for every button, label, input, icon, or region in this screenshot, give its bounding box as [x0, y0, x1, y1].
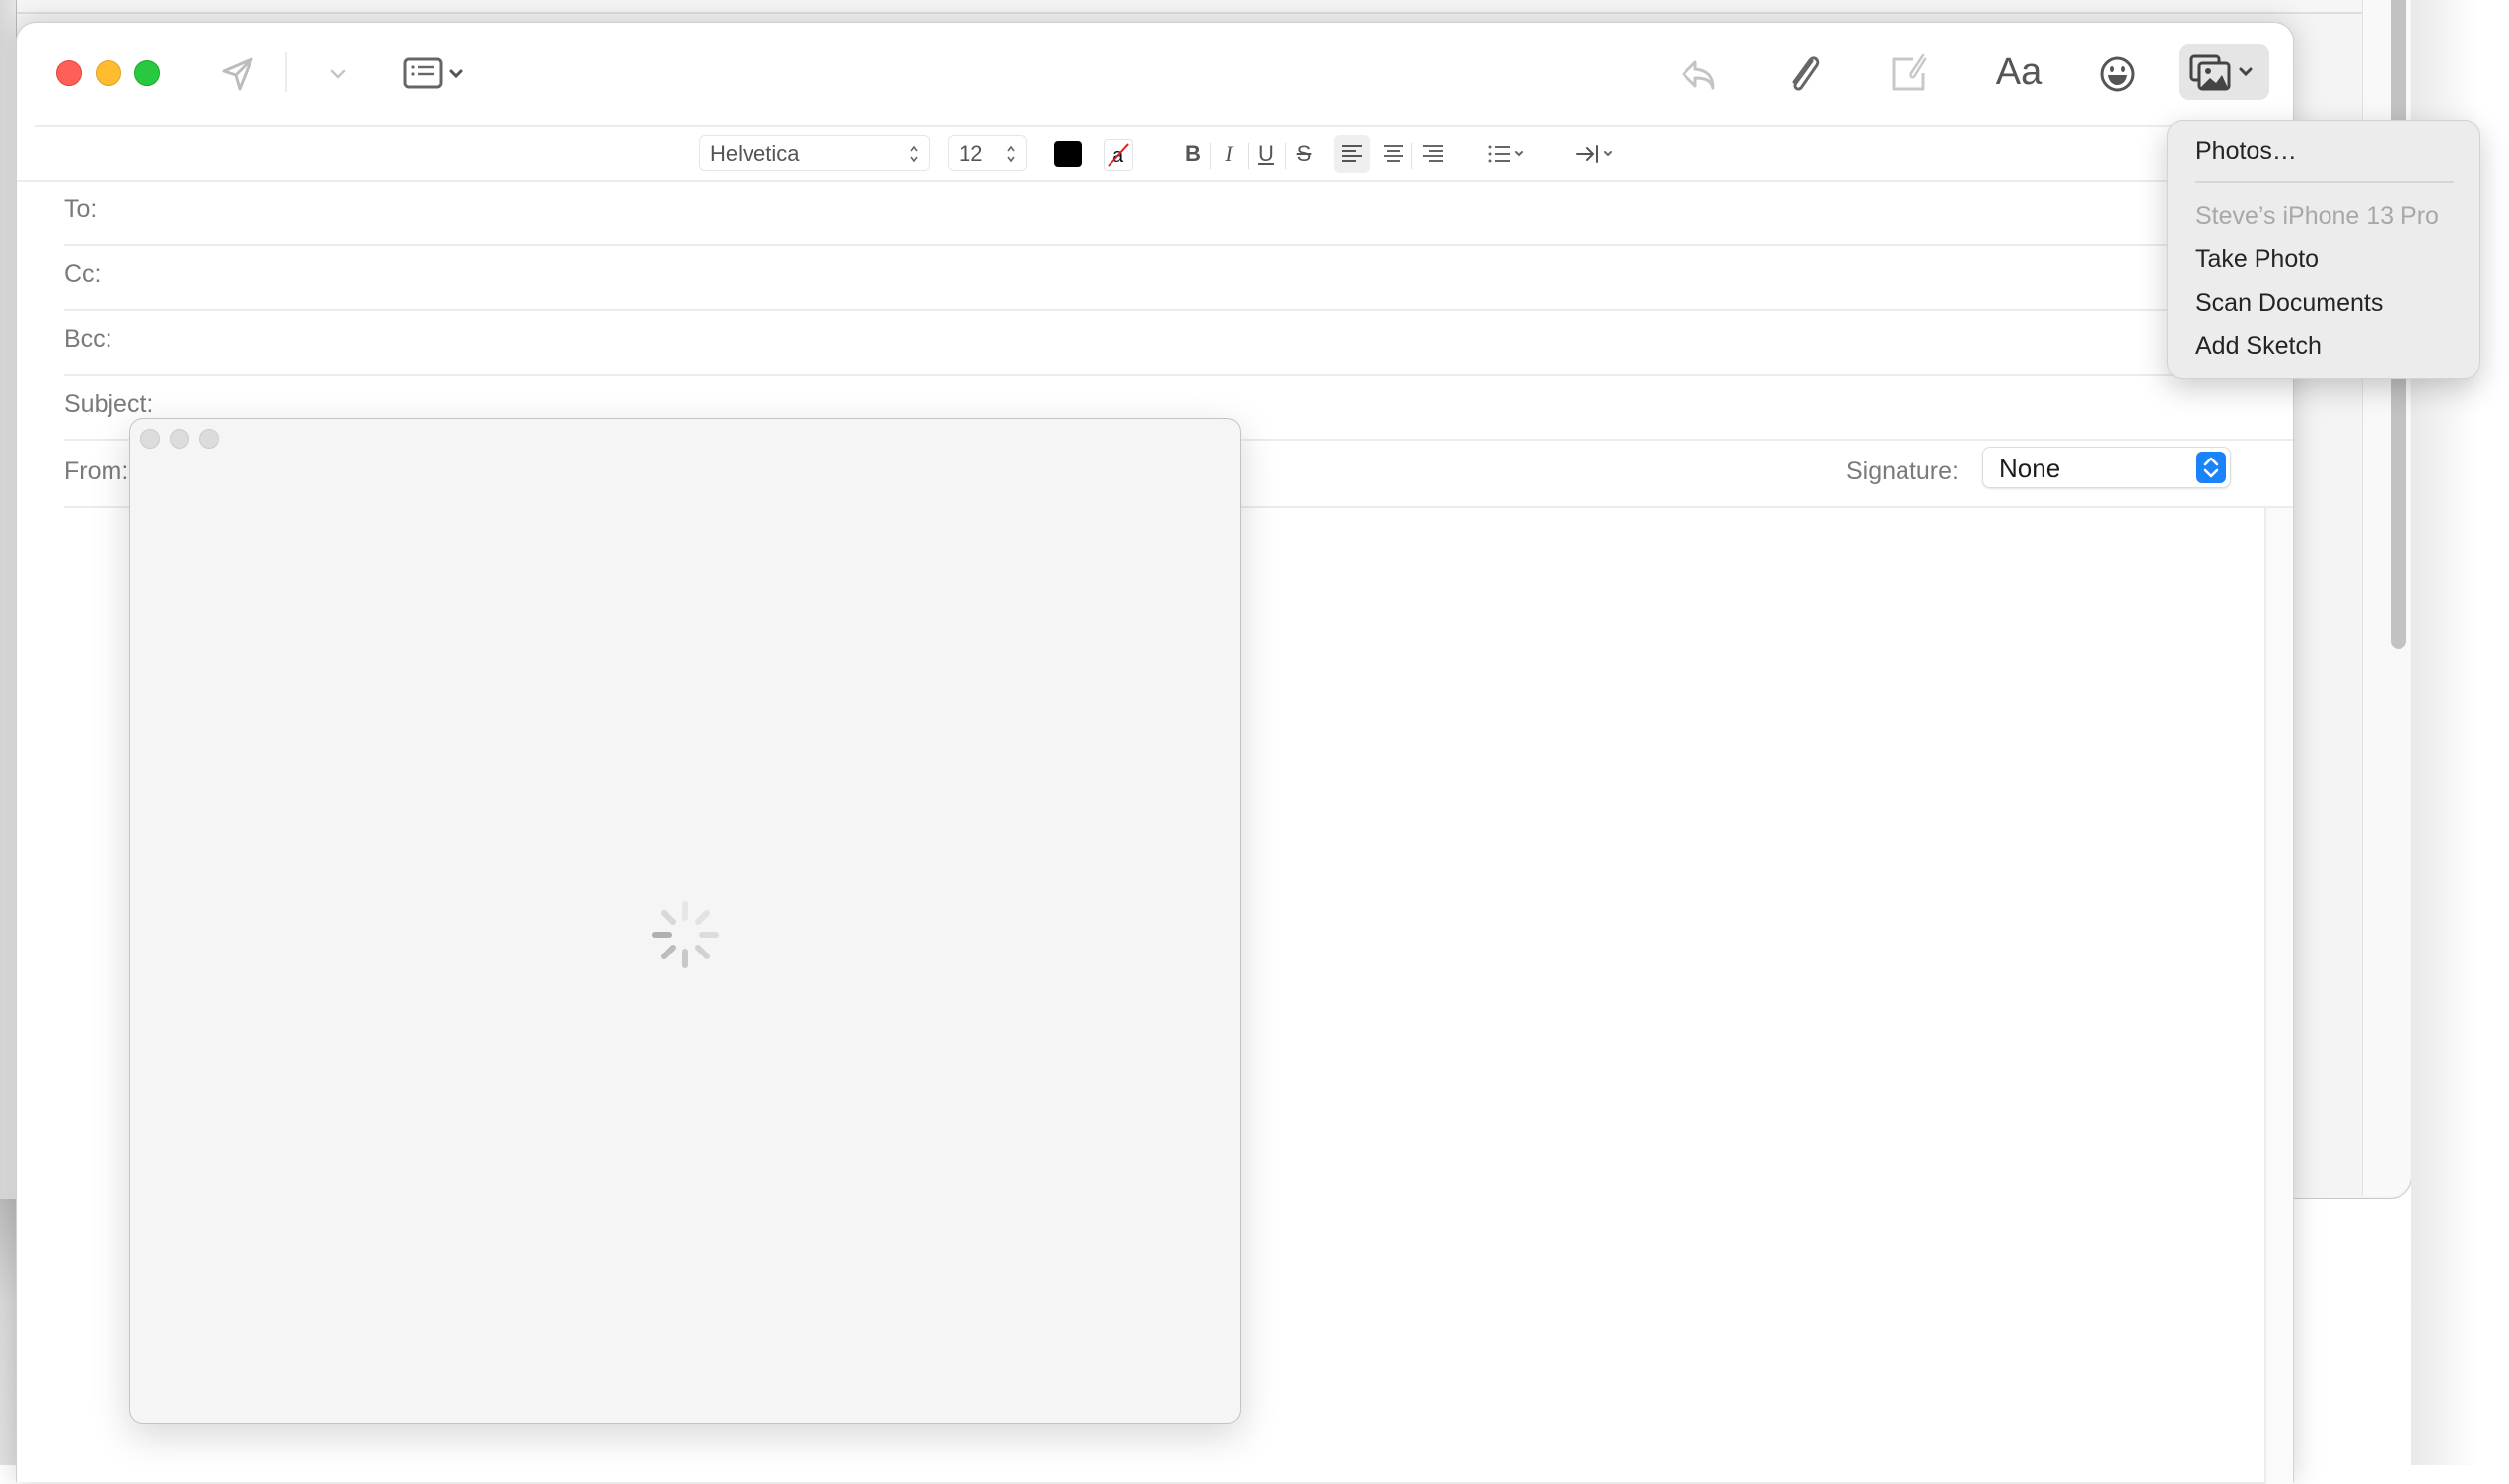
font-size-select[interactable]: 12 [948, 135, 1027, 171]
menu-item-add-sketch[interactable]: Add Sketch [2195, 332, 2322, 361]
indent-button[interactable] [1573, 135, 1622, 173]
cc-label: Cc: [64, 260, 102, 288]
strikethrough-button[interactable]: S [1291, 137, 1317, 171]
signature-stepper [2196, 452, 2226, 483]
background-color-button[interactable]: a [1104, 139, 1133, 171]
format-separator [1411, 143, 1412, 169]
italic-button[interactable]: I [1216, 137, 1242, 171]
field-divider [64, 374, 2293, 376]
photo-browser-button[interactable] [2179, 44, 2269, 100]
indent-icon [1576, 145, 1612, 163]
send-options-button[interactable] [326, 62, 350, 86]
minimize-button[interactable] [96, 60, 121, 86]
menu-separator [2195, 181, 2454, 183]
reply-icon [1682, 60, 1715, 90]
align-right-button[interactable] [1415, 135, 1451, 173]
header-fields-button[interactable] [403, 54, 482, 94]
format-separator [1210, 143, 1211, 169]
align-left-icon [1342, 145, 1362, 162]
popup-zoom-button[interactable] [199, 429, 219, 449]
text-color-button[interactable] [1054, 141, 1082, 167]
popup-minimize-button[interactable] [170, 429, 189, 449]
format-separator [1248, 143, 1249, 169]
font-family-select[interactable]: Helvetica [699, 135, 930, 171]
toolbar: Aa [17, 23, 2293, 125]
up-down-chevron-icon [2203, 457, 2219, 478]
close-button[interactable] [56, 60, 82, 86]
bcc-label: Bcc: [64, 325, 112, 353]
background-window-left-edge-shadow [0, 1199, 17, 1465]
bcc-field[interactable] [135, 318, 2161, 360]
toolbar-divider [35, 125, 2291, 127]
send-button[interactable] [216, 52, 259, 96]
to-field[interactable] [125, 188, 2161, 230]
cc-field[interactable] [125, 253, 2161, 295]
emoji-button[interactable] [2096, 52, 2139, 96]
font-family-value: Helvetica [710, 141, 800, 166]
format-bar-divider [17, 180, 2293, 182]
reply-button[interactable] [1678, 52, 1721, 96]
signature-value: None [1999, 454, 2061, 483]
toolbar-separator [285, 52, 287, 92]
align-center-icon [1384, 145, 1403, 162]
markup-button[interactable] [1887, 50, 1932, 96]
field-divider [64, 309, 2293, 311]
chevron-down-icon [330, 69, 346, 79]
header-fields-icon [403, 57, 463, 89]
align-right-icon [1423, 145, 1443, 162]
signature-label: Signature: [1846, 458, 1959, 485]
paper-plane-icon [222, 57, 253, 91]
subject-label: Subject: [64, 390, 154, 418]
paperclip-icon [1792, 56, 1820, 91]
body-gutter [2266, 508, 2292, 1484]
menu-item-photos[interactable]: Photos… [2195, 137, 2297, 166]
underline-button[interactable]: U [1254, 137, 1279, 171]
menu-item-device-header: Steve’s iPhone 13 Pro [2195, 202, 2439, 230]
popup-close-button[interactable] [140, 429, 160, 449]
align-left-button[interactable] [1334, 135, 1370, 173]
field-divider [64, 244, 2293, 246]
menu-item-scan-documents[interactable]: Scan Documents [2195, 289, 2383, 318]
format-text-button[interactable]: Aa [1991, 50, 2046, 94]
signature-select[interactable]: None [1982, 447, 2231, 488]
photo-browser-icon [2189, 54, 2253, 91]
no-color-icon: a [1108, 143, 1129, 167]
font-size-value: 12 [959, 141, 983, 166]
loading-popup-window [129, 418, 1241, 1424]
format-separator [1285, 143, 1286, 169]
align-center-button[interactable] [1376, 135, 1411, 173]
bullet-list-icon [1488, 145, 1523, 163]
list-style-button[interactable] [1484, 135, 1534, 173]
attach-button[interactable] [1782, 50, 1826, 98]
photo-menu: Photos… Steve’s iPhone 13 Pro Take Photo… [2167, 120, 2480, 379]
stepper-icon [1007, 145, 1015, 163]
to-label: To: [64, 195, 98, 223]
zoom-button[interactable] [134, 60, 160, 86]
menu-item-take-photo[interactable]: Take Photo [2195, 246, 2319, 274]
emoji-icon [2100, 56, 2135, 92]
from-label: From: [64, 458, 129, 485]
background-window-top-strip [0, 0, 2362, 14]
markup-attachment-icon [1892, 53, 1927, 91]
bold-button[interactable]: B [1181, 137, 1206, 171]
stepper-icon [910, 145, 918, 163]
loading-spinner-icon [652, 901, 719, 968]
